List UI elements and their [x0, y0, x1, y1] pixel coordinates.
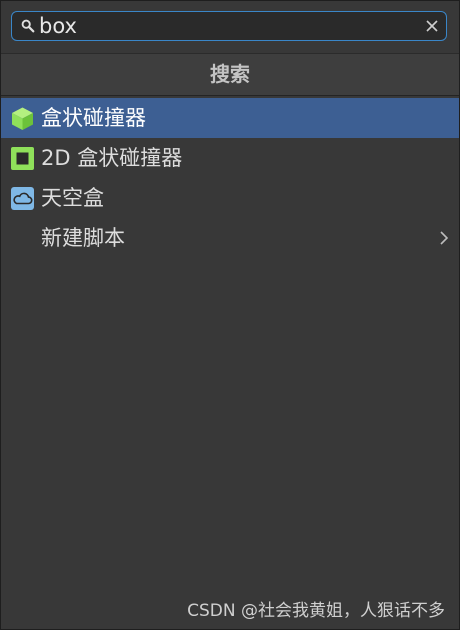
chevron-right-icon — [440, 231, 449, 245]
search-input[interactable] — [39, 13, 419, 39]
cube-icon — [12, 107, 33, 130]
list-item-skybox[interactable]: 天空盒 — [1, 178, 459, 218]
add-component-panel: 搜索 盒状碰撞器 2D 盒状碰撞器 天空盒 新建脚本 — [0, 0, 460, 630]
result-list: 盒状碰撞器 2D 盒状碰撞器 天空盒 新建脚本 — [1, 98, 459, 258]
cloud-icon — [11, 187, 34, 210]
list-item-box-collider-2d[interactable]: 2D 盒状碰撞器 — [1, 138, 459, 178]
watermark-text: CSDN @社会我黄姐，人狠话不多 — [187, 601, 445, 621]
section-header: 搜索 — [1, 53, 459, 96]
clear-icon[interactable] — [425, 19, 439, 33]
search-box[interactable] — [11, 11, 447, 41]
list-item-box-collider[interactable]: 盒状碰撞器 — [1, 98, 459, 138]
list-item-label: 天空盒 — [41, 186, 104, 210]
search-icon — [21, 19, 35, 33]
box-collider-2d-icon — [11, 147, 34, 170]
list-item-label: 新建脚本 — [41, 226, 125, 250]
list-item-label: 2D 盒状碰撞器 — [41, 146, 183, 170]
list-item-new-script[interactable]: 新建脚本 — [1, 218, 459, 258]
list-item-label: 盒状碰撞器 — [41, 106, 146, 130]
